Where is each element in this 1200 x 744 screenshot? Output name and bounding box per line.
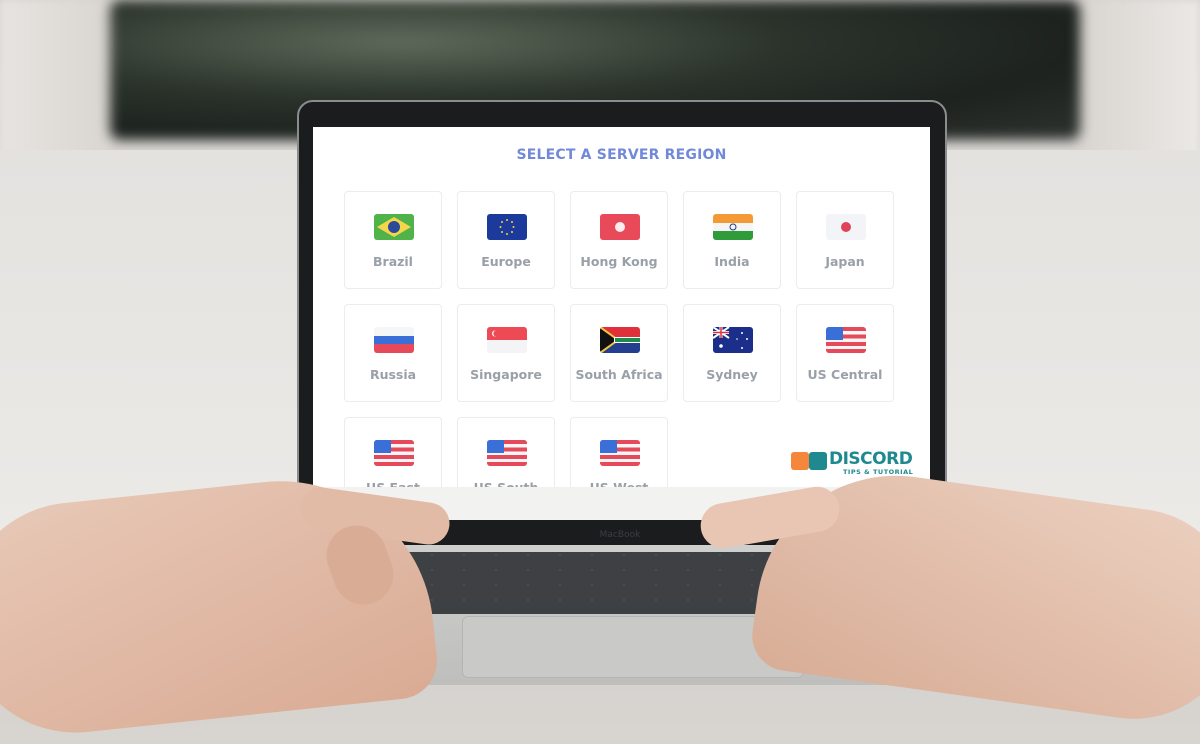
- puzzle-icon-orange: [791, 452, 809, 470]
- region-card-japan[interactable]: Japan: [796, 191, 894, 289]
- region-label: US West: [571, 480, 667, 487]
- us-flag-icon: [374, 440, 414, 466]
- region-card-us-central[interactable]: US Central: [796, 304, 894, 402]
- region-label: Singapore: [470, 367, 542, 382]
- region-card-sydney[interactable]: Sydney: [683, 304, 781, 402]
- watermark-brand: DISCORD: [829, 449, 913, 469]
- region-label: Hong Kong: [580, 254, 658, 269]
- australia-flag-icon: [713, 327, 753, 353]
- region-card-india[interactable]: India: [683, 191, 781, 289]
- region-card-russia[interactable]: Russia: [344, 304, 442, 402]
- region-card-south-africa[interactable]: South Africa: [570, 304, 668, 402]
- region-label: India: [714, 254, 750, 269]
- region-label: Japan: [825, 254, 865, 269]
- region-card-hong-kong[interactable]: Hong Kong: [570, 191, 668, 289]
- us-flag-icon: [826, 327, 866, 353]
- region-card-brazil[interactable]: Brazil: [344, 191, 442, 289]
- hong-kong-flag-icon: [600, 214, 640, 240]
- us-flag-icon: [600, 440, 640, 466]
- region-card-us-east[interactable]: US East: [344, 417, 442, 487]
- server-region-dialog: SELECT A SERVER REGION Brazil Europe Hong …: [313, 127, 930, 487]
- region-label: Sydney: [706, 367, 758, 382]
- region-card-singapore[interactable]: Singapore: [457, 304, 555, 402]
- region-card-us-south[interactable]: US South: [457, 417, 555, 487]
- india-flag-icon: [713, 214, 753, 240]
- region-label: US East: [345, 480, 441, 487]
- puzzle-icon-teal: [809, 452, 827, 470]
- brazil-flag-icon: [374, 214, 414, 240]
- japan-flag-icon: [826, 214, 866, 240]
- region-label: US South: [458, 480, 554, 487]
- region-card-us-west[interactable]: US West: [570, 417, 668, 487]
- region-card-europe[interactable]: Europe: [457, 191, 555, 289]
- region-label: South Africa: [575, 367, 663, 382]
- russia-flag-icon: [374, 327, 414, 353]
- region-label: US Central: [807, 367, 883, 382]
- region-label: Russia: [369, 367, 417, 382]
- laptop-brand: MacBook: [599, 530, 641, 540]
- watermark-tagline: TIPS & TUTORIAL: [843, 468, 914, 476]
- singapore-flag-icon: [487, 327, 527, 353]
- us-flag-icon: [487, 440, 527, 466]
- dialog-title: SELECT A SERVER REGION: [516, 147, 727, 163]
- region-label: Brazil: [373, 254, 413, 269]
- south-africa-flag-icon: [600, 327, 640, 353]
- eu-flag-icon: [487, 214, 527, 240]
- region-label: Europe: [481, 254, 531, 269]
